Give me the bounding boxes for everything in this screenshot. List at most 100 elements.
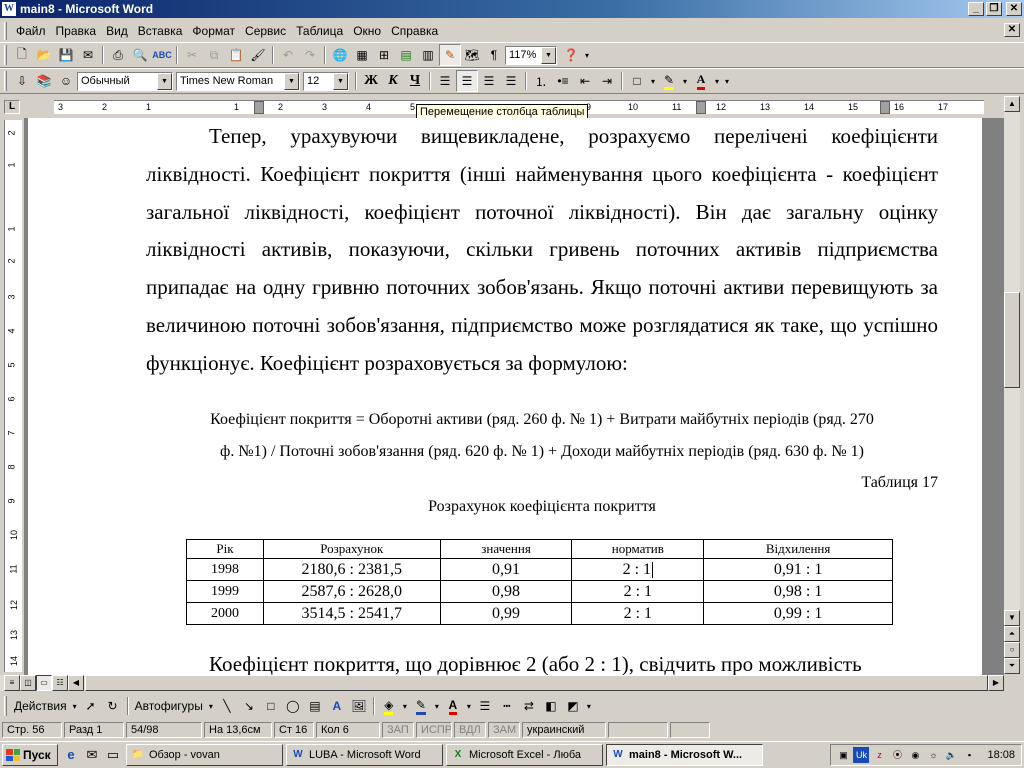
table-cell[interactable]: 2587,6 : 2628,0 — [262, 580, 441, 603]
print-preview-button[interactable]: 🔍 — [129, 44, 151, 66]
chevron-down-icon[interactable]: ▼ — [541, 46, 556, 64]
chevron-down-icon[interactable]: ▾ — [432, 695, 442, 717]
underline-button[interactable]: Ч — [404, 70, 426, 92]
restore-button[interactable]: ❐ — [986, 2, 1002, 16]
table-cell[interactable]: 0,99 — [439, 602, 573, 625]
wordart-button[interactable]: A — [326, 695, 348, 717]
table-cell[interactable]: 1998 — [186, 558, 264, 581]
redo-button[interactable]: ↷ — [299, 44, 321, 66]
vertical-ruler[interactable]: 2 1 1 2 3 4 5 6 7 8 9 10 11 12 13 14 — [4, 120, 22, 672]
assistant-button[interactable]: ☺ — [55, 70, 77, 92]
spelling-button[interactable]: ABC — [151, 44, 173, 66]
new-document-button[interactable]: 🗋 — [11, 44, 33, 66]
scroll-right-button[interactable]: ▶ — [988, 675, 1004, 691]
menu-window[interactable]: Окно — [348, 24, 386, 38]
hyperlink-button[interactable]: 🌐 — [329, 44, 351, 66]
highlight-button[interactable]: ✎ — [658, 70, 680, 92]
styles-pane-button[interactable]: ⇩ — [11, 70, 33, 92]
tables-borders-button[interactable]: ▦ — [351, 44, 373, 66]
copy-button[interactable]: ⧉ — [203, 44, 225, 66]
insert-table-button[interactable]: ⊞ — [373, 44, 395, 66]
table-cell[interactable]: 1999 — [186, 580, 264, 603]
print-button[interactable]: ⎙ — [107, 44, 129, 66]
tab-selector-button[interactable]: L — [4, 100, 20, 114]
print-layout-button[interactable]: ▭ — [36, 675, 52, 691]
document-close-button[interactable]: ✕ — [1004, 23, 1020, 37]
calculation-table[interactable]: Рік Розрахунок значення норматив Відхиле… — [186, 539, 893, 625]
table-cell[interactable]: 0,99 : 1 — [703, 602, 893, 625]
font-size-select[interactable]: 12 ▼ — [303, 71, 349, 91]
borders-dropdown[interactable]: ▾ — [648, 70, 658, 92]
decrease-indent-button[interactable]: ⇤ — [574, 70, 596, 92]
show-hide-button[interactable]: ¶ — [483, 44, 505, 66]
help-button[interactable]: ❓ — [560, 44, 582, 66]
toolbar-options-button[interactable]: ▾ — [722, 70, 732, 92]
line-color-button[interactable]: ✎ — [410, 695, 432, 717]
open-button[interactable]: 📂 — [33, 44, 55, 66]
table-cell[interactable]: 0,91 : 1 — [703, 558, 893, 581]
menu-help[interactable]: Справка — [386, 24, 443, 38]
bullets-button[interactable]: •≡ — [552, 70, 574, 92]
web-layout-button[interactable]: ◫ — [20, 675, 36, 691]
winzip-icon[interactable]: z — [871, 747, 887, 763]
justify-button[interactable]: ☰ — [500, 70, 522, 92]
language-indicator[interactable]: Uk — [853, 747, 870, 763]
scroll-thumb[interactable] — [85, 675, 988, 691]
taskbar-button[interactable]: W main8 - Microsoft W... — [606, 744, 763, 766]
cut-button[interactable]: ✂ — [181, 44, 203, 66]
table-cell[interactable]: 2180,6 : 2381,5 — [262, 558, 441, 581]
toolbar-options-button[interactable]: ▾ — [582, 44, 592, 66]
style-select[interactable]: Обычный ▼ — [77, 71, 173, 91]
chevron-down-icon[interactable]: ▾ — [206, 695, 216, 717]
volume-icon[interactable]: 🔈 — [943, 747, 959, 763]
table-cell[interactable]: 3514,5 : 2541,7 — [262, 602, 441, 625]
italic-button[interactable]: К — [382, 70, 404, 92]
table-cell[interactable]: 2000 — [186, 602, 264, 625]
scroll-up-button[interactable]: ▲ — [1004, 96, 1020, 112]
text-box-button[interactable]: ▤ — [304, 695, 326, 717]
line-style-button[interactable]: ☰ — [474, 695, 496, 717]
scheduler-icon[interactable]: ☼ — [925, 747, 941, 763]
taskbar-button[interactable]: X Microsoft Excel - Люба — [446, 744, 603, 766]
research-button[interactable]: 📚 — [33, 70, 55, 92]
chevron-down-icon[interactable]: ▼ — [333, 72, 348, 90]
format-painter-button[interactable]: 🖌 — [247, 44, 269, 66]
title-bar[interactable]: W main8 - Microsoft Word _ ❐ ✕ — [0, 0, 1024, 18]
scroll-left-button[interactable]: ◀ — [68, 675, 84, 691]
start-button[interactable]: Пуск — [2, 744, 58, 766]
highlight-dropdown[interactable]: ▾ — [680, 70, 690, 92]
insert-excel-button[interactable]: ▤ — [395, 44, 417, 66]
arrow-button[interactable]: ↘ — [238, 695, 260, 717]
permission-button[interactable]: ✉ — [77, 44, 99, 66]
borders-button[interactable]: □ — [626, 70, 648, 92]
antivirus-icon[interactable]: ⦿ — [889, 747, 905, 763]
table-header-cell[interactable]: Розрахунок — [262, 539, 441, 559]
menu-insert[interactable]: Вставка — [133, 24, 188, 38]
zoom-select[interactable]: 117% ▼ — [505, 45, 557, 65]
rectangle-button[interactable]: □ — [260, 695, 282, 717]
chevron-down-icon[interactable]: ▾ — [400, 695, 410, 717]
table-cell[interactable]: 2 : 1 — [571, 580, 705, 603]
increase-indent-button[interactable]: ⇥ — [596, 70, 618, 92]
align-left-button[interactable]: ☰ — [434, 70, 456, 92]
numbering-button[interactable]: ⒈ — [530, 70, 552, 92]
drawing-button[interactable]: ✎ — [439, 44, 461, 66]
status-track-changes[interactable]: ИСПР — [416, 722, 452, 738]
chevron-down-icon[interactable]: ▾ — [584, 695, 594, 717]
fill-color-button[interactable]: ◈ — [378, 695, 400, 717]
table-header-cell[interactable]: значення — [439, 539, 573, 559]
table-cell[interactable]: 2 : 1 — [571, 558, 705, 581]
align-center-button[interactable]: ☰ — [456, 70, 478, 92]
actions-menu[interactable]: Действия — [11, 699, 70, 713]
menu-view[interactable]: Вид — [101, 24, 133, 38]
select-browse-object-button[interactable]: ○ — [1004, 642, 1020, 658]
toolbar-grip[interactable] — [4, 71, 7, 91]
chevron-down-icon[interactable]: ▼ — [157, 72, 172, 90]
paste-button[interactable]: 📋 — [225, 44, 247, 66]
toolbar-grip[interactable] — [4, 45, 7, 65]
menu-tools[interactable]: Сервис — [240, 24, 291, 38]
internet-explorer-icon[interactable]: e — [62, 746, 80, 764]
table-number[interactable]: Таблиця 17 — [861, 474, 938, 492]
status-spelling[interactable] — [608, 722, 668, 738]
document-page[interactable]: Тепер, урахувуючи вищевикладене, розраху… — [28, 118, 982, 675]
